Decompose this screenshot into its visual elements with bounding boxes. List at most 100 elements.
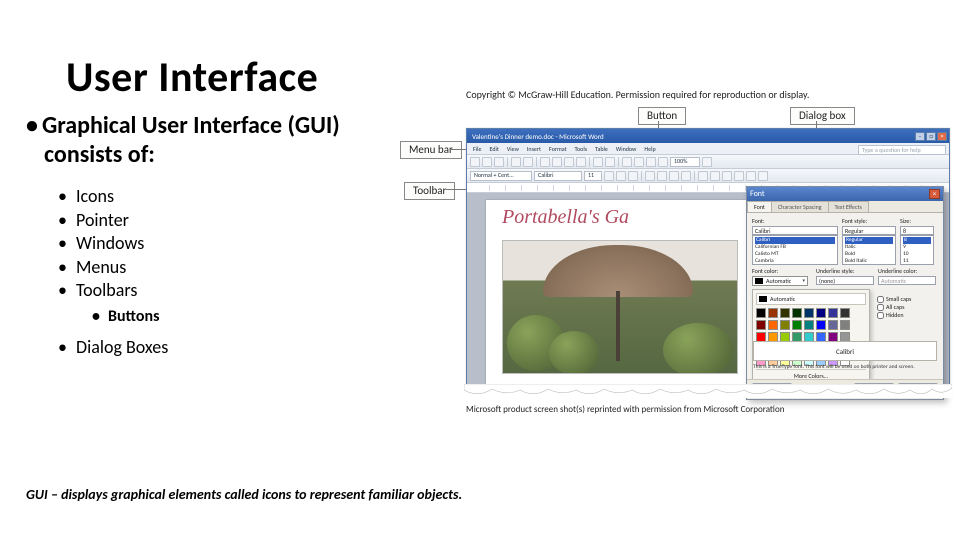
underline-style-field[interactable]: (none)	[816, 276, 874, 285]
list-item[interactable]: Calibri	[755, 237, 835, 244]
checkbox-allcaps[interactable]: All caps	[877, 303, 937, 311]
color-swatch[interactable]	[828, 308, 838, 318]
list-item[interactable]: Cambria	[755, 258, 835, 265]
checkbox-smallcaps[interactable]: Small caps	[877, 295, 937, 303]
bold-button[interactable]	[604, 171, 614, 181]
callout-toolbar: Toolbar	[404, 182, 455, 200]
toolbar-button[interactable]	[523, 157, 533, 167]
toolbar-button[interactable]	[511, 157, 521, 167]
color-swatch[interactable]	[792, 308, 802, 318]
color-swatch[interactable]	[780, 308, 790, 318]
color-swatch[interactable]	[840, 308, 850, 318]
toolbar-button[interactable]	[482, 157, 492, 167]
color-swatch[interactable]	[768, 320, 778, 330]
color-swatch[interactable]	[840, 320, 850, 330]
checkbox-input[interactable]	[877, 312, 884, 319]
menu-item[interactable]: Help	[644, 145, 655, 153]
list-item[interactable]: Regular	[845, 237, 893, 244]
list-item[interactable]: Bold	[845, 251, 893, 258]
menu-item[interactable]: View	[507, 145, 519, 153]
font-selector[interactable]: Calibri	[534, 171, 582, 181]
list-item[interactable]: 8	[903, 237, 931, 244]
toolbar-button[interactable]	[698, 171, 708, 181]
dialog-close-button[interactable]: ×	[929, 189, 940, 199]
toolbar-button[interactable]	[646, 157, 656, 167]
color-swatch[interactable]	[816, 320, 826, 330]
help-search-input[interactable]: Type a question for help	[858, 145, 946, 155]
color-swatch[interactable]	[828, 320, 838, 330]
color-swatch[interactable]	[816, 308, 826, 318]
toolbar-button[interactable]	[605, 157, 615, 167]
toolbar-button[interactable]	[622, 157, 632, 167]
list-item[interactable]: Bold Italic	[845, 258, 893, 265]
toolbar-button[interactable]	[758, 171, 768, 181]
style-selector[interactable]: Normal + Cent...	[470, 171, 532, 181]
checkbox-hidden[interactable]: Hidden	[877, 311, 937, 319]
underline-button[interactable]	[628, 171, 638, 181]
list-item[interactable]: 12	[903, 265, 931, 266]
tab-character-spacing[interactable]: Character Spacing	[771, 201, 829, 212]
list-item[interactable]: Cambria Math	[755, 265, 835, 266]
umbrella-pole	[616, 291, 620, 361]
align-center-button[interactable]	[657, 171, 667, 181]
list-item: Pointer	[58, 209, 144, 232]
list-item[interactable]: 10	[903, 251, 931, 258]
font-color-button[interactable]: Automatic▾	[752, 276, 808, 286]
underline-color-field[interactable]: Automatic	[878, 276, 936, 285]
toolbar-button[interactable]	[552, 157, 562, 167]
close-button[interactable]: ×	[937, 132, 947, 141]
color-swatch[interactable]	[756, 320, 766, 330]
menu-item[interactable]: Table	[595, 145, 608, 153]
menu-item[interactable]: Tools	[575, 145, 587, 153]
color-swatch[interactable]	[792, 320, 802, 330]
toolbar-button[interactable]	[470, 157, 480, 167]
zoom-selector[interactable]: 100%	[670, 157, 700, 167]
toolbar-button[interactable]	[658, 157, 668, 167]
font-color-value: Automatic	[766, 277, 791, 285]
toolbar-button[interactable]	[576, 157, 586, 167]
color-swatch[interactable]	[768, 308, 778, 318]
maximize-button[interactable]: □	[926, 132, 936, 141]
toolbar-button[interactable]	[494, 157, 504, 167]
tab-text-effects[interactable]: Text Effects	[828, 201, 869, 212]
align-left-button[interactable]	[645, 171, 655, 181]
size-field[interactable]: 8	[900, 226, 934, 235]
list-item[interactable]: Italic	[845, 244, 893, 251]
font-size-selector[interactable]: 11	[584, 171, 602, 181]
automatic-color-button[interactable]: Automatic	[756, 293, 866, 305]
minimize-button[interactable]: –	[915, 132, 925, 141]
checkbox-input[interactable]	[877, 304, 884, 311]
checkbox-input[interactable]	[877, 296, 884, 303]
tab-font[interactable]: Font	[747, 201, 772, 212]
toolbar-button[interactable]	[564, 157, 574, 167]
size-list[interactable]: 8 9 10 11 12	[900, 235, 934, 265]
font-field[interactable]: Calibri	[752, 226, 838, 235]
menu-item[interactable]: Format	[549, 145, 567, 153]
color-swatch[interactable]	[756, 308, 766, 318]
toolbar-button[interactable]	[634, 157, 644, 167]
align-right-button[interactable]	[669, 171, 679, 181]
list-item[interactable]: Calisto MT	[755, 251, 835, 258]
toolbar-button[interactable]	[540, 157, 550, 167]
toolbar-button[interactable]	[710, 171, 720, 181]
toolbar-button[interactable]	[734, 171, 744, 181]
menu-item[interactable]: File	[473, 145, 482, 153]
menu-item[interactable]: Window	[616, 145, 636, 153]
menu-item[interactable]: Insert	[527, 145, 541, 153]
font-list[interactable]: Calibri Californian FB Calisto MT Cambri…	[752, 235, 838, 265]
color-swatch[interactable]	[780, 320, 790, 330]
color-swatch[interactable]	[804, 308, 814, 318]
toolbar-button[interactable]	[593, 157, 603, 167]
style-list[interactable]: Regular Italic Bold Bold Italic	[842, 235, 896, 265]
list-item[interactable]: 11	[903, 258, 931, 265]
list-item[interactable]: Californian FB	[755, 244, 835, 251]
justify-button[interactable]	[681, 171, 691, 181]
list-item[interactable]: 9	[903, 244, 931, 251]
toolbar-button[interactable]	[746, 171, 756, 181]
toolbar-button[interactable]	[702, 157, 712, 167]
italic-button[interactable]	[616, 171, 626, 181]
color-swatch[interactable]	[804, 320, 814, 330]
toolbar-button[interactable]	[722, 171, 732, 181]
style-field[interactable]: Regular	[842, 226, 896, 235]
menu-item[interactable]: Edit	[490, 145, 499, 153]
